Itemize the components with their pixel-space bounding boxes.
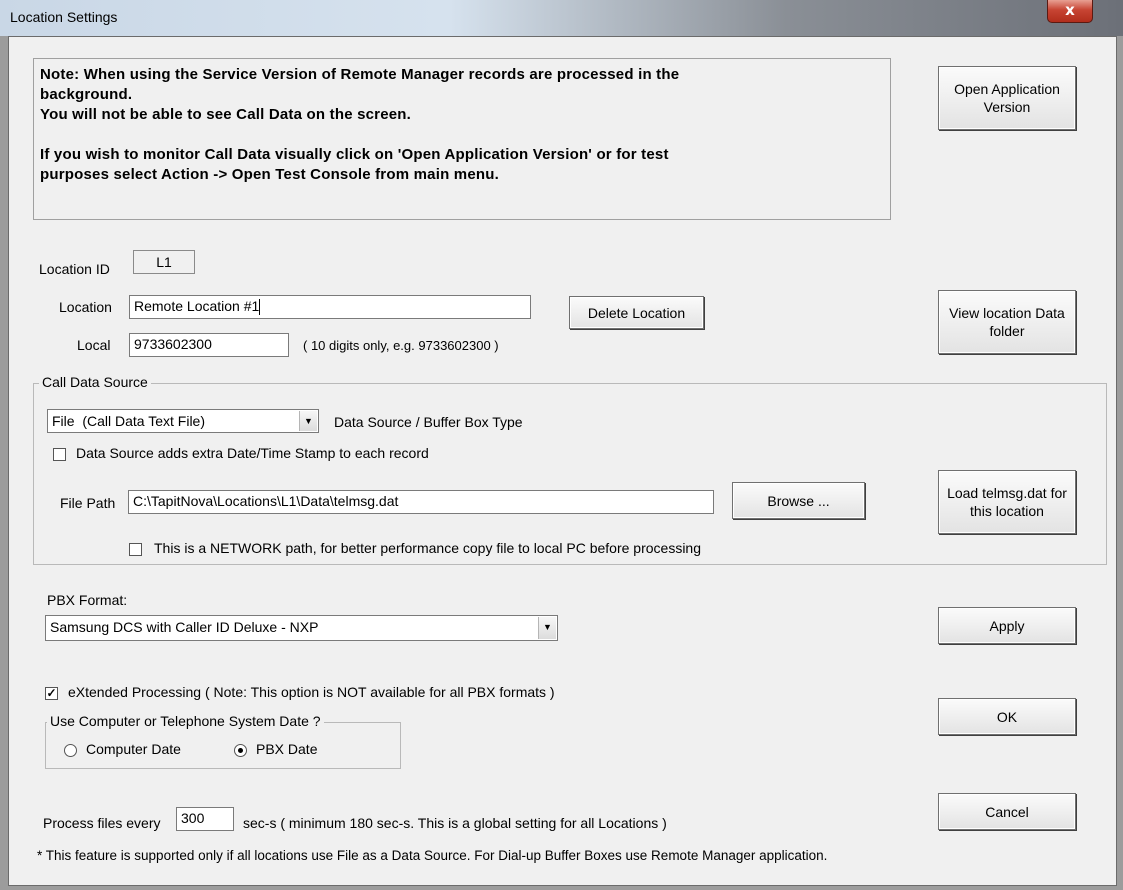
- local-hint: ( 10 digits only, e.g. 9733602300 ): [303, 338, 499, 353]
- pbx-format-value: Samsung DCS with Caller ID Deluxe - NXP: [50, 619, 319, 635]
- local-phone-input[interactable]: 9733602300: [129, 333, 289, 357]
- service-note-box: Note: When using the Service Version of …: [33, 58, 891, 220]
- location-id-label: Location ID: [39, 261, 110, 277]
- open-application-version-button[interactable]: Open Application Version: [938, 66, 1076, 130]
- title-bar: Location Settings x: [0, 0, 1123, 36]
- timestamp-checkbox[interactable]: [53, 448, 66, 461]
- process-interval-input[interactable]: 300: [176, 807, 234, 831]
- file-path-label: File Path: [60, 495, 116, 511]
- process-interval-suffix: sec-s ( minimum 180 sec-s. This is a glo…: [243, 815, 667, 831]
- pbx-format-dropdown[interactable]: Samsung DCS with Caller ID Deluxe - NXP …: [45, 615, 558, 641]
- cancel-button[interactable]: Cancel: [938, 793, 1076, 830]
- note-line: Note: When using the Service Version of …: [40, 66, 680, 83]
- pbx-format-label: PBX Format:: [47, 592, 128, 608]
- data-source-dropdown[interactable]: File (Call Data Text File) ▼: [47, 409, 319, 433]
- location-name-input[interactable]: Remote Location #1: [129, 295, 531, 319]
- note-line: purposes select Action -> Open Test Cons…: [40, 166, 499, 183]
- footnote: * This feature is supported only if all …: [37, 848, 828, 863]
- text-cursor: [259, 299, 261, 316]
- note-line: You will not be able to see Call Data on…: [40, 106, 412, 123]
- close-button[interactable]: x: [1047, 0, 1093, 23]
- load-telmsg-button[interactable]: Load telmsg.dat for this location: [938, 470, 1076, 534]
- browse-button[interactable]: Browse ...: [732, 482, 865, 519]
- network-path-label: This is a NETWORK path, for better perfo…: [154, 540, 702, 556]
- note-line: If you wish to monitor Call Data visuall…: [40, 146, 669, 163]
- dialog-client-area: Note: When using the Service Version of …: [8, 36, 1117, 886]
- call-data-source-legend: Call Data Source: [39, 374, 151, 390]
- timestamp-label: Data Source adds extra Date/Time Stamp t…: [76, 445, 429, 461]
- location-id-value: L1: [133, 250, 195, 274]
- extended-processing-label: eXtended Processing ( Note: This option …: [68, 684, 555, 700]
- note-line: background.: [40, 86, 133, 103]
- location-name-label: Location: [59, 299, 112, 315]
- extended-processing-checkbox[interactable]: ✓: [45, 687, 58, 700]
- data-source-value: File (Call Data Text File): [52, 413, 206, 429]
- window-title: Location Settings: [10, 9, 118, 25]
- file-path-input[interactable]: C:\TapitNova\Locations\L1\Data\telmsg.da…: [128, 490, 714, 514]
- dropdown-arrow-icon[interactable]: ▼: [538, 617, 556, 639]
- note-line: [40, 125, 679, 145]
- dropdown-arrow-icon[interactable]: ▼: [299, 411, 317, 431]
- pbx-date-label: PBX Date: [256, 741, 318, 757]
- ok-button[interactable]: OK: [938, 698, 1076, 735]
- delete-location-button[interactable]: Delete Location: [569, 296, 704, 329]
- location-name-value: Remote Location #1: [134, 298, 260, 314]
- data-source-type-label: Data Source / Buffer Box Type: [334, 414, 523, 430]
- network-path-checkbox[interactable]: [129, 543, 142, 556]
- pbx-date-radio[interactable]: [234, 744, 247, 757]
- local-label: Local: [77, 337, 111, 353]
- date-source-legend: Use Computer or Telephone System Date ?: [47, 713, 324, 729]
- computer-date-radio[interactable]: [64, 744, 77, 757]
- computer-date-label: Computer Date: [86, 741, 181, 757]
- service-note-text: Note: When using the Service Version of …: [40, 65, 679, 185]
- checkmark-icon: ✓: [46, 686, 57, 700]
- view-location-data-folder-button[interactable]: View location Data folder: [938, 290, 1076, 354]
- process-every-label: Process files every: [43, 815, 161, 831]
- apply-button[interactable]: Apply: [938, 607, 1076, 644]
